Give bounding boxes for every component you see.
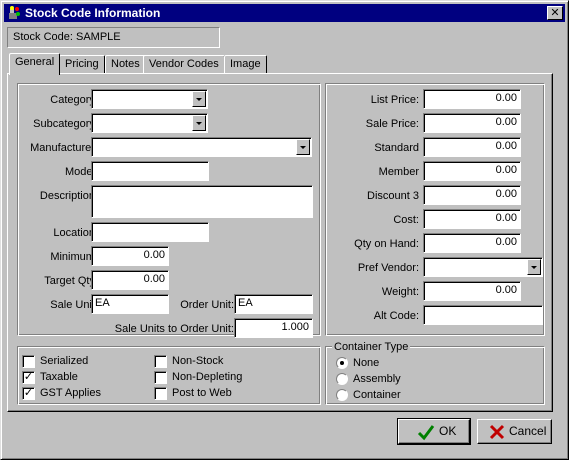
tab-notes[interactable]: Notes (105, 55, 146, 74)
options-group: Serialized ✓ Taxable ✓ GST Applies Non-S… (17, 346, 321, 405)
category-dropdown[interactable] (91, 89, 208, 109)
order-unit-input[interactable]: EA (234, 294, 313, 314)
minimum-input[interactable]: 0.00 (91, 246, 169, 266)
conversion-label: Sale Units to Order Unit: (114, 323, 234, 335)
discount3-input[interactable]: 0.00 (423, 185, 521, 205)
title-bar[interactable]: Stock Code Information ✕ (4, 4, 565, 22)
checkmark-icon (417, 425, 435, 441)
taxable-label: Taxable (40, 371, 78, 383)
chevron-down-icon[interactable] (192, 91, 206, 107)
pref-vendor-dropdown[interactable] (423, 257, 543, 277)
pref-vendor-label: Pref Vendor: (357, 262, 419, 274)
tab-general[interactable]: General (9, 53, 61, 75)
close-button[interactable]: ✕ (547, 6, 563, 20)
cost-input[interactable]: 0.00 (423, 209, 521, 229)
non-stock-label: Non-Stock (172, 355, 224, 367)
non-depleting-checkbox[interactable] (154, 371, 167, 384)
post-to-web-checkbox[interactable] (154, 387, 167, 400)
container-type-legend: Container Type (332, 341, 411, 353)
radio-none-label: None (353, 357, 380, 369)
discount3-label: Discount 3 (367, 190, 419, 202)
qty-on-hand-input[interactable]: 0.00 (423, 233, 521, 253)
ok-button[interactable]: OK (397, 418, 471, 445)
list-price-input[interactable]: 0.00 (423, 89, 521, 109)
stock-code-label: Stock Code: SAMPLE (7, 27, 220, 48)
radio-assembly-label: Assembly (353, 373, 401, 385)
close-icon: ✕ (550, 7, 560, 19)
non-depleting-label: Non-Depleting (172, 371, 243, 383)
chevron-down-icon[interactable] (296, 139, 310, 155)
subcategory-dropdown[interactable] (91, 113, 208, 133)
tab-image[interactable]: Image (224, 55, 267, 74)
conversion-input[interactable]: 1.000 (234, 318, 313, 338)
standard-label: Standard (374, 142, 419, 154)
weight-input[interactable]: 0.00 (423, 281, 521, 301)
check-icon: ✓ (23, 387, 34, 399)
weight-label: Weight: (381, 286, 419, 298)
gst-applies-label: GST Applies (40, 387, 101, 399)
sale-unit-input[interactable]: EA (91, 294, 169, 314)
cost-label: Cost: (393, 214, 419, 226)
description-textarea[interactable] (91, 185, 313, 218)
alt-code-label: Alt Code: (373, 310, 419, 322)
qty-on-hand-label: Qty on Hand: (354, 238, 419, 250)
manufacturer-dropdown[interactable] (91, 137, 312, 157)
manufacturer-label: Manufacturer: (30, 142, 98, 154)
tab-pricing[interactable]: Pricing (59, 55, 105, 74)
pricing-group: List Price: 0.00 Sale Price: 0.00 Standa… (325, 83, 545, 336)
chevron-down-icon[interactable] (192, 115, 206, 131)
taxable-checkbox[interactable]: ✓ (22, 371, 35, 384)
tab-vendor-codes[interactable]: Vendor Codes (143, 55, 225, 74)
model-input[interactable] (91, 161, 209, 181)
serialized-label: Serialized (40, 355, 89, 367)
sale-price-input[interactable]: 0.00 (423, 113, 521, 133)
target-qty-label: Target Qty: (44, 275, 98, 287)
ok-label: OK (439, 424, 457, 438)
stock-code-window: Stock Code Information ✕ Stock Code: SAM… (0, 0, 569, 460)
item-details-group: Category: Subcategory: Manufacturer: Mod… (17, 83, 321, 338)
container-type-group: Container Type None Assembly Container (325, 341, 545, 405)
location-input[interactable] (91, 222, 209, 242)
radio-assembly[interactable] (336, 373, 348, 385)
chevron-down-icon[interactable] (527, 259, 541, 275)
serialized-checkbox[interactable] (22, 355, 35, 368)
cancel-label: Cancel (509, 424, 547, 438)
gst-applies-checkbox[interactable]: ✓ (22, 387, 35, 400)
non-stock-checkbox[interactable] (154, 355, 167, 368)
alt-code-input[interactable] (423, 305, 543, 325)
list-price-label: List Price: (370, 94, 419, 106)
order-unit-label: Order Unit: (180, 299, 234, 311)
subcategory-label: Subcategory: (33, 118, 98, 130)
member-input[interactable]: 0.00 (423, 161, 521, 181)
post-to-web-label: Post to Web (172, 387, 232, 399)
sale-price-label: Sale Price: (365, 118, 419, 130)
target-qty-input[interactable]: 0.00 (91, 270, 169, 290)
cancel-button[interactable]: Cancel (477, 419, 552, 444)
description-label: Description: (39, 190, 98, 202)
standard-input[interactable]: 0.00 (423, 137, 521, 157)
window-title: Stock Code Information (25, 6, 161, 20)
check-icon: ✓ (23, 371, 34, 383)
radio-container-label: Container (353, 389, 401, 401)
radio-container[interactable] (336, 389, 348, 401)
app-icon (9, 6, 20, 19)
radio-none[interactable] (336, 357, 348, 369)
member-label: Member (378, 166, 419, 178)
general-tab-panel: Category: Subcategory: Manufacturer: Mod… (7, 73, 553, 412)
cancel-x-icon (489, 424, 505, 440)
